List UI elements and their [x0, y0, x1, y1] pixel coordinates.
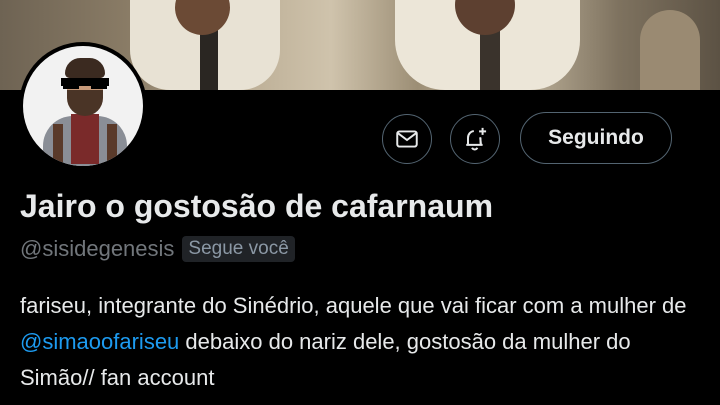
- following-button[interactable]: Seguindo: [520, 112, 672, 164]
- profile-bio: fariseu, integrante do Sinédrio, aquele …: [20, 288, 710, 396]
- bell-plus-icon: [466, 127, 487, 151]
- message-button[interactable]: [382, 114, 432, 164]
- bio-mention-link[interactable]: @simaoofariseu: [20, 329, 179, 354]
- follows-you-badge: Segue você: [182, 236, 295, 262]
- mail-icon: [396, 130, 418, 148]
- bio-text-part1: fariseu, integrante do Sinédrio, aquele …: [20, 293, 687, 318]
- notifications-button[interactable]: [450, 114, 500, 164]
- handle-row: @sisidegenesis Segue você: [20, 236, 295, 262]
- banner-background-figure: [640, 10, 700, 90]
- avatar-image: [23, 46, 143, 166]
- following-button-label: Seguindo: [548, 126, 644, 149]
- pixel-sunglasses: [61, 78, 109, 89]
- username-handle: @sisidegenesis: [20, 236, 175, 261]
- display-name: Jairo o gostosão de cafarnaum: [20, 188, 494, 224]
- avatar[interactable]: [19, 42, 147, 170]
